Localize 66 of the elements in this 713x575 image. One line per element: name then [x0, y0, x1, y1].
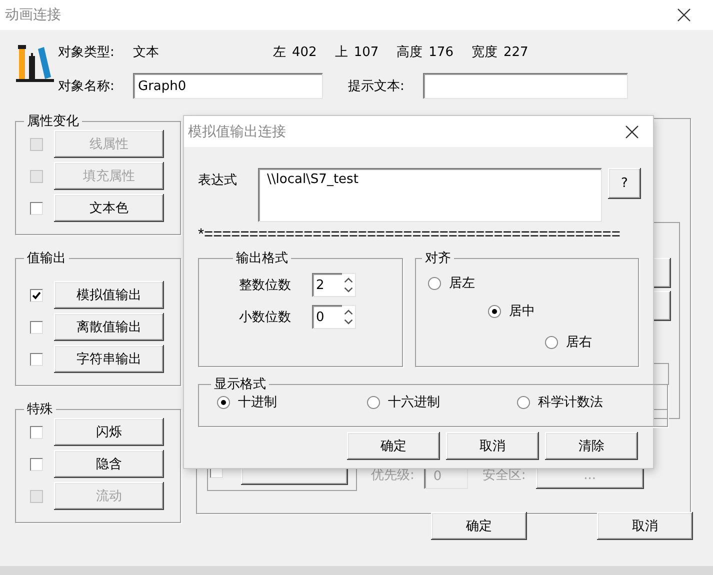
geometry-value: 227: [503, 44, 528, 60]
option-button[interactable]: 离散值输出: [54, 313, 164, 341]
radio-button[interactable]: [517, 396, 530, 408]
spinner-icon[interactable]: [342, 273, 356, 297]
radio-button[interactable]: [545, 336, 558, 348]
close-icon[interactable]: [625, 124, 639, 138]
number-field[interactable]: 0: [312, 305, 342, 329]
field-label: 整数位数: [239, 277, 292, 294]
radio-label: 科学计数法: [538, 394, 603, 411]
radio-label: 居左: [449, 275, 475, 292]
dialog-title: 模拟值输出连接: [188, 122, 286, 140]
dialog-button[interactable]: 取消: [446, 432, 539, 460]
safety-zone-label: 安全区:: [482, 467, 526, 484]
radio-label: 居中: [509, 303, 535, 320]
separator-text: *==============================================: [198, 227, 622, 243]
checkbox[interactable]: [30, 426, 43, 438]
dialog-button[interactable]: 确定: [431, 512, 527, 540]
option-button[interactable]: 文本色: [54, 194, 164, 222]
window-title: 动画连接: [5, 6, 61, 24]
radio-button[interactable]: [488, 304, 501, 318]
group-title: 输出格式: [235, 250, 289, 267]
hint-text-field[interactable]: [423, 73, 628, 99]
object-name-label: 对象名称:: [58, 78, 116, 95]
radio-label: 十进制: [238, 394, 277, 411]
group-title: 属性变化: [26, 113, 80, 130]
geometry-label: 上: [334, 44, 348, 61]
checkbox[interactable]: [30, 202, 43, 214]
geometry-value: 402: [292, 44, 317, 60]
geometry-label: 左: [273, 44, 286, 61]
priority-label: 优先级:: [371, 467, 414, 484]
radio-button[interactable]: [217, 396, 230, 408]
geometry-label: 宽度: [471, 44, 498, 61]
option-button[interactable]: 模拟值输出: [54, 281, 164, 309]
number-field[interactable]: 2: [312, 273, 342, 297]
option-button[interactable]: 闪烁: [54, 418, 164, 446]
geometry-label: 高度: [396, 44, 423, 61]
geometry-value: 107: [354, 44, 379, 60]
group-title: 值输出: [26, 250, 67, 267]
option-button[interactable]: 隐含: [54, 450, 164, 478]
radio-button[interactable]: [428, 276, 441, 290]
dialog-button[interactable]: 确定: [347, 432, 440, 460]
object-name-field[interactable]: Graph0: [133, 73, 323, 99]
geometry-value: 176: [428, 44, 454, 60]
checkbox[interactable]: [30, 458, 43, 470]
group-title: 特殊: [26, 401, 54, 418]
object-type-value: 文本: [133, 44, 160, 61]
option-button[interactable]: 字符串输出: [54, 345, 164, 373]
close-icon[interactable]: [677, 8, 691, 22]
checkbox[interactable]: [30, 288, 43, 302]
spinner-icon[interactable]: [342, 305, 356, 329]
expression-field[interactable]: \\local\S7_test: [258, 168, 602, 222]
checkbox[interactable]: [30, 320, 43, 334]
radio-label: 十六进制: [388, 394, 440, 411]
dialog-button[interactable]: 取消: [597, 512, 693, 540]
object-type-label: 对象类型:: [58, 44, 116, 61]
radio-label: 居右: [566, 334, 592, 351]
field-label: 小数位数: [239, 309, 292, 326]
group-title: 显示格式: [213, 376, 267, 393]
expression-label: 表达式: [198, 172, 238, 189]
books-icon: [15, 43, 55, 83]
hint-text-label: 提示文本:: [348, 78, 406, 95]
help-button[interactable]: ?: [608, 168, 641, 199]
group-title: 对齐: [424, 250, 452, 267]
radio-button[interactable]: [367, 396, 380, 408]
dialog-button[interactable]: 清除: [545, 432, 638, 460]
checkbox[interactable]: [30, 352, 43, 366]
